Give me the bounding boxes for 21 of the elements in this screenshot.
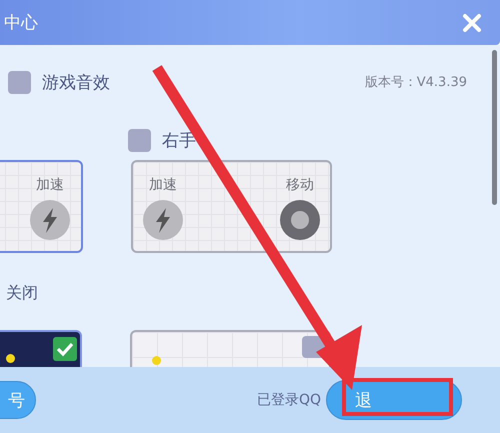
lightning-icon (30, 200, 70, 240)
layout-card[interactable]: 加速 (0, 160, 83, 253)
login-status: 已登录QQ (256, 391, 321, 409)
option-label: 右手 (162, 130, 196, 152)
control-label: 移动 (286, 176, 314, 194)
control-label: 加速 (149, 176, 177, 194)
close-icon[interactable] (462, 12, 482, 32)
checkbox[interactable] (8, 70, 31, 94)
dot-icon (152, 356, 161, 365)
account-button[interactable]: 号 (0, 381, 36, 419)
window-title: 中心 (4, 12, 38, 34)
version-text: 版本号：V4.3.39 (364, 74, 467, 91)
layout-card[interactable]: 加速 移动 (131, 160, 332, 253)
option-label: 游戏音效 (42, 72, 110, 94)
joystick-icon (280, 200, 320, 240)
control-label: 加速 (36, 176, 64, 194)
lightning-icon (143, 200, 183, 240)
checkbox[interactable] (128, 128, 151, 152)
dot-icon (6, 354, 15, 363)
scrollbar[interactable] (492, 50, 497, 205)
section-label: 关闭 (5, 283, 39, 303)
